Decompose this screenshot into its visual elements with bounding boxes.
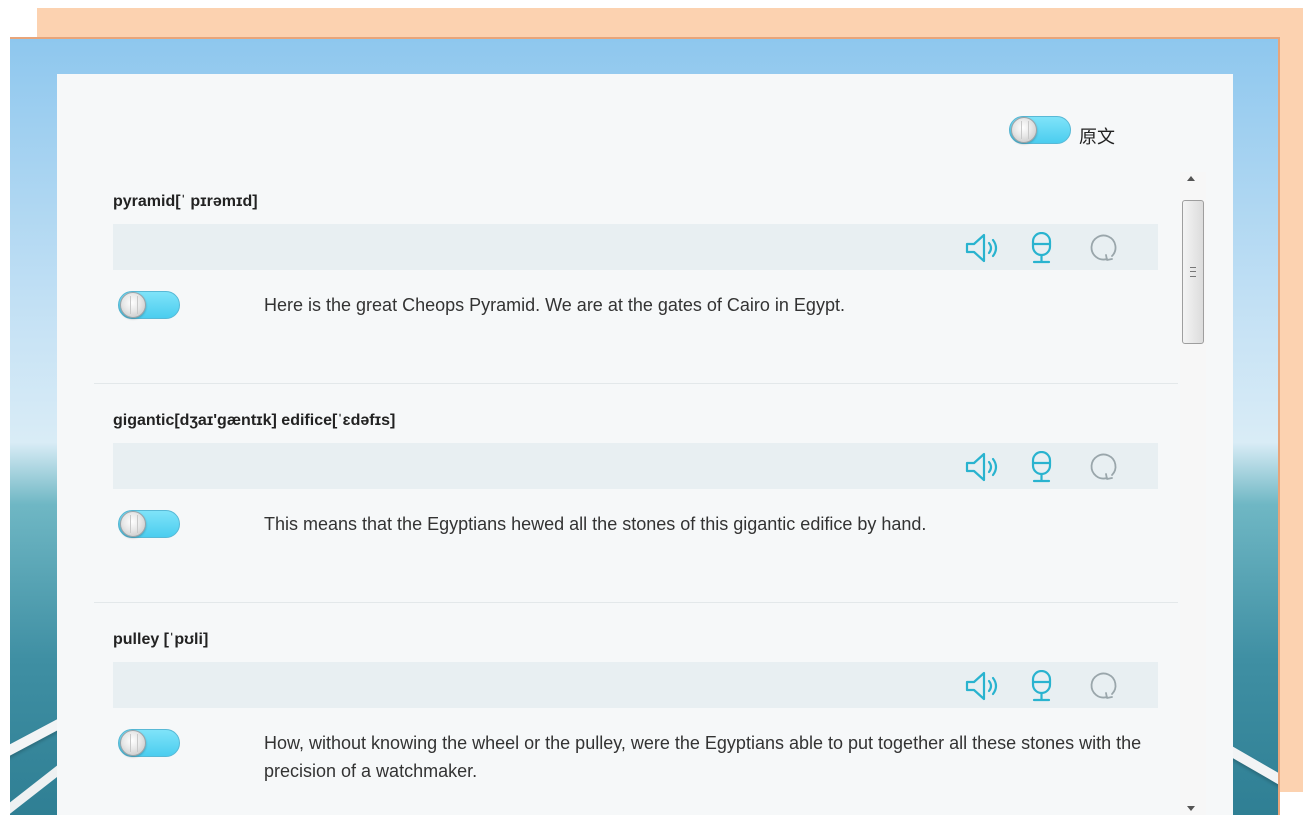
toggle-knob: [120, 292, 146, 318]
speaker-icon[interactable]: [964, 451, 1004, 483]
replay-icon[interactable]: [1084, 670, 1124, 702]
list-item: pyramid[ˈ pɪrəmɪd] Here is the great Che…: [94, 172, 1178, 390]
microphone-icon[interactable]: [1022, 451, 1062, 483]
original-text-toggle[interactable]: [1009, 116, 1071, 144]
phrase-list[interactable]: pyramid[ˈ pɪrəmɪd] Here is the great Che…: [94, 172, 1178, 815]
audio-toolbar: [113, 443, 1158, 489]
toggle-knob: [120, 511, 146, 537]
toggle-knob: [120, 730, 146, 756]
sentence-toggle[interactable]: [118, 510, 180, 538]
list-item: pulley [ˈpʊli] How, without knowing the …: [94, 610, 1178, 815]
word-phonetic: pyramid[ˈ pɪrəmɪd]: [113, 193, 258, 210]
example-sentence: This means that the Egyptians hewed all …: [264, 514, 927, 534]
microphone-icon[interactable]: [1022, 232, 1062, 264]
original-text-label: 原文: [1079, 127, 1115, 147]
list-item: gigantic[dʒaɪ'gæntɪk] edifice[ˈɛdəfɪs] T…: [94, 391, 1178, 609]
example-sentence: Here is the great Cheops Pyramid. We are…: [264, 295, 845, 315]
example-sentence: How, without knowing the wheel or the pu…: [264, 733, 1142, 781]
replay-icon[interactable]: [1084, 451, 1124, 483]
scroll-down-arrow-icon[interactable]: [1187, 806, 1195, 811]
word-phonetic: pulley [ˈpʊli]: [113, 631, 209, 648]
replay-icon[interactable]: [1084, 232, 1124, 264]
vertical-scrollbar[interactable]: [1180, 172, 1206, 815]
audio-toolbar: [113, 662, 1158, 708]
word-phonetic: gigantic[dʒaɪ'gæntɪk] edifice[ˈɛdəfɪs]: [113, 412, 396, 429]
grip-icon: [1190, 267, 1196, 277]
speaker-icon[interactable]: [964, 670, 1004, 702]
audio-toolbar: [113, 224, 1158, 270]
sentence-toggle[interactable]: [118, 729, 180, 757]
speaker-icon[interactable]: [964, 232, 1004, 264]
scrollbar-thumb[interactable]: [1182, 200, 1204, 344]
toggle-knob: [1011, 117, 1037, 143]
scroll-up-arrow-icon[interactable]: [1187, 176, 1195, 181]
microphone-icon[interactable]: [1022, 670, 1062, 702]
divider: [94, 602, 1178, 603]
sentence-toggle[interactable]: [118, 291, 180, 319]
divider: [94, 383, 1178, 384]
